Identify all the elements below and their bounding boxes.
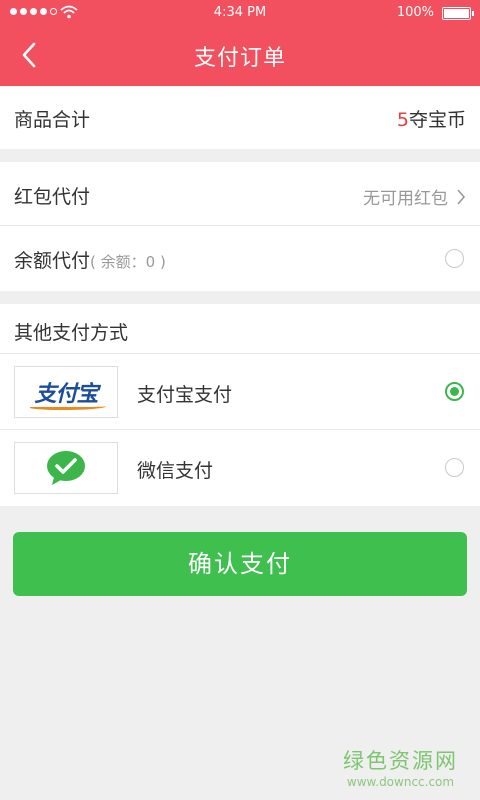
confirm-pay-button[interactable]: 确认支付 <box>13 532 467 596</box>
hongbao-label: 红包代付 <box>14 186 91 208</box>
wechat-option[interactable]: 微信支付 <box>0 430 480 506</box>
battery-percent: 100% <box>396 5 434 20</box>
wechat-radio[interactable] <box>445 458 464 477</box>
page-title: 支付订单 <box>193 46 286 71</box>
alipay-swoosh <box>30 404 106 410</box>
hongbao-status: 无可用红包 <box>363 189 448 209</box>
order-total-amount: 5 <box>396 109 409 131</box>
balance-row[interactable]: 余额代付( 余额：0 ) <box>0 226 480 291</box>
alipay-radio[interactable] <box>445 382 464 401</box>
alipay-logo: 支付宝 <box>14 366 118 418</box>
app-header: 4:34 PM 100% 支付订单 <box>0 0 480 86</box>
order-total-unit: 夺宝币 <box>408 109 466 131</box>
order-total-label: 商品合计 <box>14 109 91 131</box>
site-watermark: 绿色资源网 www.downcc.com <box>343 745 458 789</box>
balance-radio[interactable] <box>445 249 464 268</box>
balance-label: 余额代付 <box>14 250 91 272</box>
wechat-logo <box>14 442 118 494</box>
balance-label-group: 余额代付( 余额：0 ) <box>14 246 166 273</box>
order-total-row: 商品合计 5夺宝币 <box>0 86 480 149</box>
balance-amount: ( 余额：0 ) <box>90 253 166 271</box>
wechat-label: 微信支付 <box>137 460 214 482</box>
watermark-title: 绿色资源网 <box>343 749 458 773</box>
order-total-value: 5夺宝币 <box>397 105 466 132</box>
watermark-url: www.downcc.com <box>346 775 455 789</box>
other-methods-heading: 其他支付方式 <box>14 322 129 344</box>
chevron-right-icon <box>457 188 466 205</box>
battery-icon <box>442 7 474 20</box>
alipay-label: 支付宝支付 <box>137 384 233 406</box>
alipay-option[interactable]: 支付宝 支付宝支付 <box>0 354 480 430</box>
other-methods-heading-row: 其他支付方式 <box>0 304 480 354</box>
hongbao-row[interactable]: 红包代付 无可用红包 <box>0 162 480 226</box>
wechat-pay-icon <box>47 451 85 485</box>
status-bar: 4:34 PM 100% <box>0 0 480 26</box>
alipay-logo-text: 支付宝 <box>30 376 106 410</box>
hongbao-value: 无可用红包 <box>363 184 466 209</box>
